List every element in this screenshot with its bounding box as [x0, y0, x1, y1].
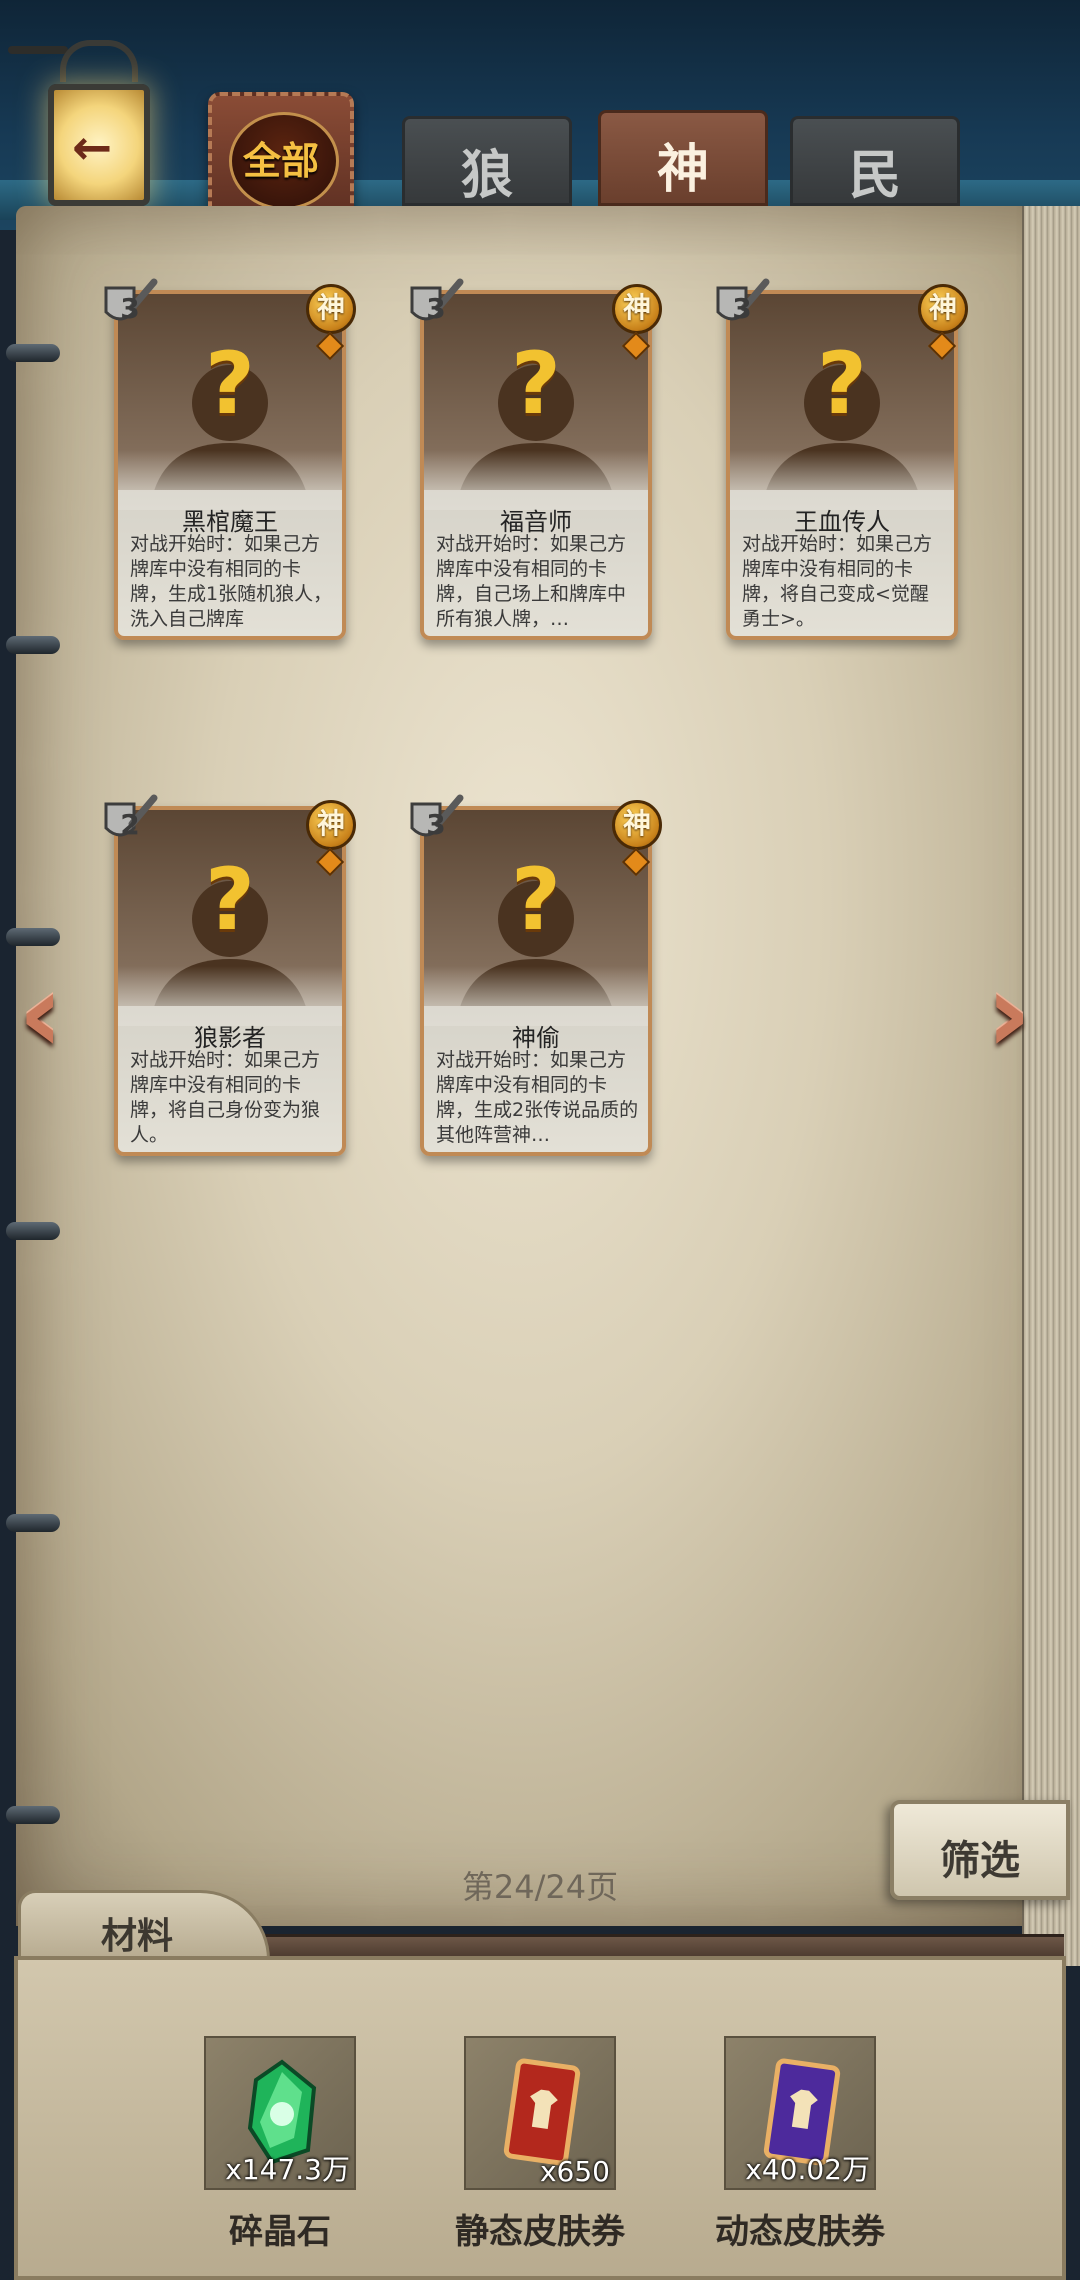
- question-mark-icon: ?: [205, 334, 255, 434]
- materials-title: 材料: [101, 1916, 174, 1957]
- material-count: x147.3万: [225, 2153, 350, 2186]
- card-royal-blood-heir[interactable]: ? 王血传人 对战开始时：如果己方牌库中没有相同的卡牌，将自己变成<觉醒勇士>。…: [716, 278, 968, 640]
- material-dynamic-skin-ticket[interactable]: x40.02万: [724, 2036, 876, 2190]
- card-black-coffin-demon-king[interactable]: ? 黑棺魔王 对战开始时：如果己方牌库中没有相同的卡牌，生成1张随机狼人，洗入自…: [104, 278, 356, 640]
- chevron-right-icon[interactable]: ›: [986, 958, 1062, 1068]
- tab-all[interactable]: 全部: [208, 92, 354, 222]
- back-arrow-icon: ←: [72, 120, 113, 176]
- card-cost: 3: [426, 808, 446, 841]
- question-mark-icon: ?: [205, 850, 255, 950]
- material-count: x650: [539, 2155, 610, 2188]
- card-description: 对战开始时：如果己方牌库中没有相同的卡牌，将自己身份变为狼人。: [130, 1049, 321, 1146]
- material-label: 碎晶石: [229, 2212, 331, 2252]
- faction-badge: 神: [306, 284, 356, 334]
- faction-badge: 神: [306, 800, 356, 850]
- card-fade: [118, 966, 342, 1026]
- back-button[interactable]: ←: [8, 40, 150, 206]
- card-divine-thief[interactable]: ? 神偷 对战开始时：如果己方牌库中没有相同的卡牌，生成2张传说品质的其他阵营神…: [410, 794, 662, 1156]
- filter-button[interactable]: 筛选: [890, 1800, 1070, 1900]
- tab-wolf[interactable]: 狼: [402, 116, 572, 206]
- card-evangelist[interactable]: ? 福音师 对战开始时：如果己方牌库中没有相同的卡牌，自己场上和牌库中所有狼人牌…: [410, 278, 662, 640]
- binder-ring: [6, 344, 60, 362]
- materials-divider: [260, 1934, 1064, 1957]
- card-cost: 3: [426, 292, 446, 325]
- binder-ring: [6, 1806, 60, 1824]
- faction-badge: 神: [918, 284, 968, 334]
- lantern-cap: [60, 40, 138, 82]
- card-cost: 2: [120, 808, 140, 841]
- tab-all-label: 全部: [242, 139, 319, 183]
- question-mark-icon: ?: [511, 850, 561, 950]
- notebook-page-edges: [1022, 206, 1080, 1966]
- card-cost: 3: [120, 292, 140, 325]
- card-wolf-shadow[interactable]: ? 狼影者 对战开始时：如果己方牌库中没有相同的卡牌，将自己身份变为狼人。 2 …: [104, 794, 356, 1156]
- material-static-skin-ticket[interactable]: x650: [464, 2036, 616, 2190]
- card-description: 对战开始时：如果己方牌库中没有相同的卡牌，将自己变成<觉醒勇士>。: [742, 533, 933, 630]
- card-description: 对战开始时：如果己方牌库中没有相同的卡牌，生成1张随机狼人，洗入自己牌库: [130, 533, 333, 630]
- card-cost: 3: [732, 292, 752, 325]
- question-mark-icon: ?: [817, 334, 867, 434]
- materials-tab: 材料: [18, 1890, 270, 1960]
- card-description: 对战开始时：如果己方牌库中没有相同的卡牌，自己场上和牌库中所有狼人牌，…: [436, 533, 627, 630]
- card-description: 对战开始时：如果己方牌库中没有相同的卡牌，生成2张传说品质的其他阵营神…: [436, 1049, 639, 1146]
- card-fade: [118, 450, 342, 510]
- material-label: 动态皮肤券: [715, 2212, 885, 2252]
- card-fade: [424, 966, 648, 1026]
- page-indicator: 第24/24页: [461, 1868, 619, 1906]
- material-label: 静态皮肤券: [455, 2212, 625, 2252]
- binder-ring: [6, 1514, 60, 1532]
- tab-god-label: 神: [656, 140, 709, 200]
- red-skin-ticket-icon: [503, 2058, 581, 2166]
- tab-villager-label: 民: [848, 146, 901, 206]
- faction-badge: 神: [612, 800, 662, 850]
- card-fade: [424, 450, 648, 510]
- material-count: x40.02万: [745, 2153, 870, 2186]
- lantern-body: ←: [48, 84, 150, 206]
- binder-ring: [6, 1222, 60, 1240]
- filter-label: 筛选: [940, 1838, 1020, 1884]
- lantern-hook: [8, 46, 68, 54]
- faction-badge: 神: [612, 284, 662, 334]
- card-fade: [730, 450, 954, 510]
- chevron-left-icon[interactable]: ‹: [18, 958, 94, 1068]
- tab-wolf-label: 狼: [460, 146, 513, 206]
- binder-ring: [6, 636, 60, 654]
- material-shard-stone[interactable]: x147.3万: [204, 2036, 356, 2190]
- tab-god[interactable]: 神: [598, 110, 768, 206]
- question-mark-icon: ?: [511, 334, 561, 434]
- tab-villager[interactable]: 民: [790, 116, 960, 206]
- binder-ring: [6, 928, 60, 946]
